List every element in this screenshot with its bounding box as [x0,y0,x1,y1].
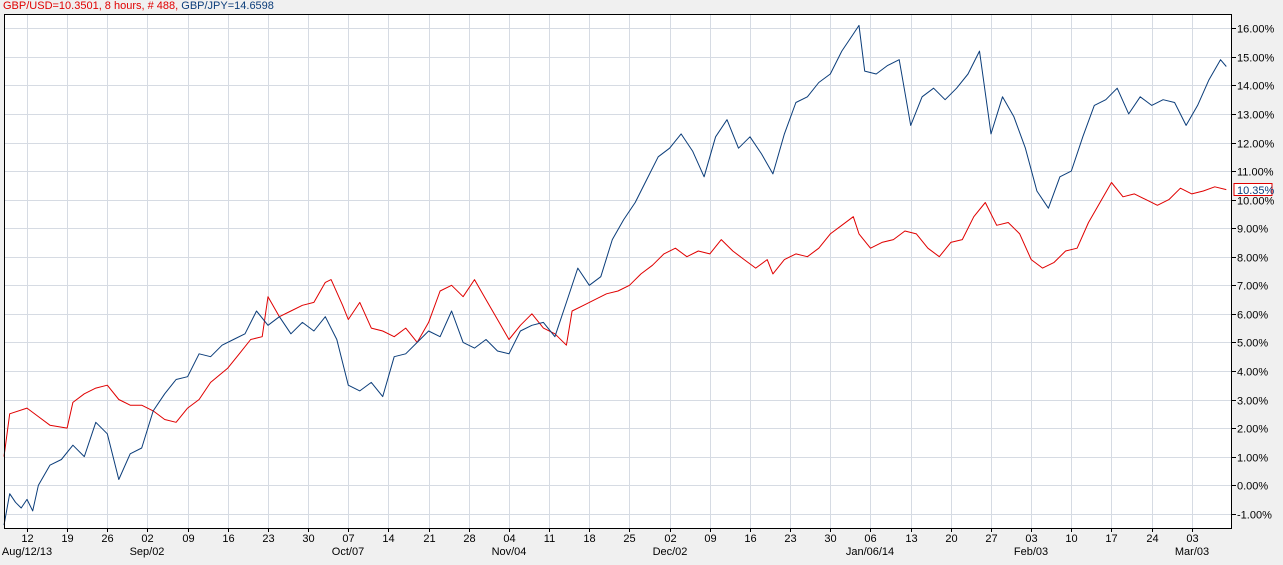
x-month-label: Jan/06/14 [846,546,894,558]
x-tick-label: 16 [222,533,234,545]
y-tick-label: 2.00% [1237,424,1268,436]
x-tick-label: 03 [1025,533,1037,545]
y-tick-label: 8.00% [1237,253,1268,265]
x-tick-label: 20 [945,533,957,545]
y-tick-label: 13.00% [1237,110,1275,122]
x-tick-label: 17 [1105,533,1117,545]
x-tick-label: 27 [985,533,997,545]
x-tick-label: 28 [463,533,475,545]
x-tick-label: 18 [583,533,595,545]
x-tick-label: 02 [141,533,153,545]
y-tick-label: 6.00% [1237,310,1268,322]
x-tick-label: 24 [1146,533,1158,545]
x-tick-label: 02 [664,533,676,545]
y-tick-label: 1.00% [1237,453,1268,465]
x-tick-label: 30 [302,533,314,545]
x-tick-label: 14 [382,533,394,545]
x-month-label: Feb/03 [1014,546,1048,558]
x-month-label: Oct/07 [332,546,364,558]
x-tick-label: 12 [21,533,33,545]
x-tick-label: 23 [262,533,274,545]
y-axis: -1.00% 0.00% 1.00% 2.00% 3.00% 4.00% 5.00% 6.00… [1232,24,1275,522]
y-tick-label: 14.00% [1237,81,1275,93]
y-tick-label: 16.00% [1237,24,1275,36]
x-tick-label: 13 [905,533,917,545]
last-value-label: 10.35% [1233,183,1275,197]
x-tick-label: 25 [623,533,635,545]
x-tick-label: 06 [864,533,876,545]
x-axis: 12 19 26 02 09 16 23 30 07 14 21 28 04 11 18 25 02 09 16 23… [2,528,1209,558]
x-tick-label: 16 [744,533,756,545]
y-tick-label: 11.00% [1237,167,1274,179]
x-tick-label: 10 [1065,533,1077,545]
x-tick-label: 09 [182,533,194,545]
y-tick-label: 15.00% [1237,53,1275,65]
x-tick-label: 23 [784,533,796,545]
y-tick-label: 9.00% [1237,224,1268,236]
y-tick-label: 12.00% [1237,139,1275,151]
y-tick-label: 0.00% [1237,481,1268,493]
y-tick-label: -1.00% [1237,510,1272,522]
y-tick-label: 3.00% [1237,396,1268,408]
y-tick-label: 10.00% [1237,196,1275,208]
x-tick-label: 11 [544,533,555,545]
chart-canvas: -1.00% 0.00% 1.00% 2.00% 3.00% 4.00% 5.00% 6.00… [2,14,1275,558]
x-tick-label: 30 [824,533,836,545]
x-month-label: Sep/02 [130,546,165,558]
x-tick-label: 09 [704,533,716,545]
last-value-text: 10.35% [1237,185,1275,197]
x-month-label: Dec/02 [653,546,688,558]
x-tick-label: 07 [342,533,354,545]
x-tick-label: 26 [101,533,113,545]
x-month-label: Nov/04 [492,546,527,558]
x-tick-label: 04 [503,533,515,545]
y-tick-label: 7.00% [1237,281,1268,293]
y-tick-label: 5.00% [1237,338,1268,350]
x-tick-label: 19 [61,533,73,545]
x-tick-label: 03 [1186,533,1198,545]
x-month-label: Mar/03 [1175,546,1209,558]
x-tick-label: 21 [423,533,435,545]
y-tick-label: 4.00% [1237,367,1268,379]
x-month-label: Aug/12/13 [2,546,52,558]
